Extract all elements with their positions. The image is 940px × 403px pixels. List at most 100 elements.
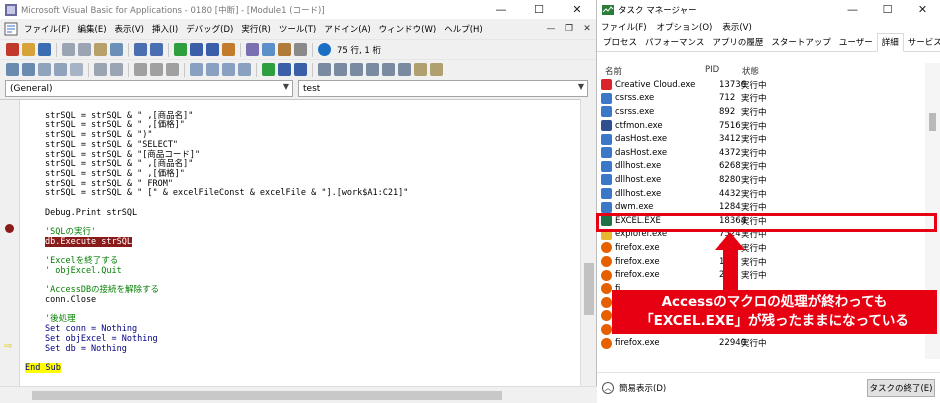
outdent-icon[interactable]	[110, 63, 123, 76]
process-row[interactable]: dllhost.exe 4432 実行中	[597, 187, 925, 201]
complete-word-icon[interactable]	[70, 63, 83, 76]
copy-icon[interactable]	[78, 43, 91, 56]
toggle-breakpoint-icon[interactable]	[134, 63, 147, 76]
close-button[interactable]: ✕	[558, 0, 596, 19]
menu-tools[interactable]: ツール(T)	[275, 23, 320, 35]
process-row[interactable]: dasHost.exe 4372 実行中	[597, 146, 925, 160]
process-row[interactable]: ctfmon.exe 7516 実行中	[597, 119, 925, 133]
column-status[interactable]: 状態	[742, 65, 759, 77]
tab-details[interactable]: 詳細	[876, 33, 904, 52]
tm-close-button[interactable]: ✕	[905, 0, 940, 19]
scroll-thumb[interactable]	[929, 113, 936, 131]
process-row[interactable]: dllhost.exe 6268 実行中	[597, 160, 925, 174]
tab-app-history[interactable]: アプリの履歴	[708, 34, 767, 51]
menu-help[interactable]: ヘルプ(H)	[440, 23, 487, 35]
step-over-icon[interactable]	[334, 63, 347, 76]
break-icon[interactable]	[190, 43, 203, 56]
process-row[interactable]: csrss.exe 892 実行中	[597, 105, 925, 119]
scroll-thumb[interactable]	[584, 263, 594, 315]
menu-edit[interactable]: 編集(E)	[74, 23, 111, 35]
scroll-thumb[interactable]	[32, 391, 502, 400]
insert-module-icon[interactable]	[22, 43, 35, 56]
previous-bookmark-icon[interactable]	[222, 63, 235, 76]
list-constants-icon[interactable]	[22, 63, 35, 76]
watch-window-icon[interactable]	[398, 63, 411, 76]
menu-file[interactable]: ファイル(F)	[20, 23, 74, 35]
mdi-minimize-button[interactable]: —	[542, 24, 560, 34]
run-icon[interactable]	[174, 43, 187, 56]
tm-maximize-button[interactable]: ☐	[870, 0, 905, 19]
code-window[interactable]: ⇨ strSQL = strSQL & " ,[商品名]" strSQL = s…	[0, 99, 580, 387]
tab-startup[interactable]: スタートアップ	[767, 34, 835, 51]
comment-block-icon[interactable]	[150, 63, 163, 76]
menu-run[interactable]: 実行(R)	[237, 23, 275, 35]
column-pid[interactable]: PID	[705, 65, 719, 75]
reset-icon[interactable]	[206, 43, 219, 56]
menu-insert[interactable]: 挿入(I)	[148, 23, 182, 35]
code-text[interactable]: strSQL = strSQL & " ,[商品名]" strSQL = str…	[25, 102, 408, 374]
process-row[interactable]: dllhost.exe 8280 実行中	[597, 173, 925, 187]
menu-window[interactable]: ウィンドウ(W)	[375, 23, 441, 35]
end-task-button[interactable]: タスクの終了(E)	[867, 379, 935, 397]
list-properties-icon[interactable]	[6, 63, 19, 76]
process-row[interactable]: Creative Cloud.exe 13736 実行中	[597, 78, 925, 92]
process-row[interactable]: csrss.exe 712 実行中	[597, 92, 925, 106]
code-vertical-scrollbar[interactable]	[580, 99, 596, 386]
column-name[interactable]: 名前	[605, 65, 622, 77]
code-horizontal-scrollbar[interactable]	[0, 386, 597, 403]
minimize-button[interactable]: —	[482, 0, 520, 19]
uncomment-block-icon[interactable]	[166, 63, 179, 76]
procedure-combo[interactable]: test ▼	[298, 80, 588, 97]
help-icon[interactable]	[318, 43, 331, 56]
properties-icon[interactable]	[262, 43, 275, 56]
process-row[interactable]: firefox.exe 22940 実行中	[597, 336, 925, 350]
process-row[interactable]: firefox.exe141実行中	[597, 255, 925, 269]
object-browser-icon[interactable]	[278, 43, 291, 56]
redo-icon[interactable]	[150, 43, 163, 56]
tm-menu-file[interactable]: ファイル(F)	[601, 21, 647, 33]
menu-debug[interactable]: デバッグ(D)	[182, 23, 237, 35]
debug-break-icon[interactable]	[278, 63, 291, 76]
menu-view[interactable]: 表示(V)	[111, 23, 148, 35]
toolbox-icon[interactable]	[294, 43, 307, 56]
find-icon[interactable]	[110, 43, 123, 56]
tm-menu-view[interactable]: 表示(V)	[722, 21, 751, 33]
save-icon[interactable]	[38, 43, 51, 56]
tab-users[interactable]: ユーザー	[835, 34, 877, 51]
next-bookmark-icon[interactable]	[206, 63, 219, 76]
debug-reset-icon[interactable]	[294, 63, 307, 76]
process-row[interactable]: dasHost.exe 3412 実行中	[597, 132, 925, 146]
immediate-window-icon[interactable]	[382, 63, 395, 76]
tab-performance[interactable]: パフォーマンス	[641, 34, 708, 51]
object-combo[interactable]: (General) ▼	[5, 80, 293, 97]
tm-menu-options[interactable]: オプション(O)	[657, 21, 713, 33]
menu-addins[interactable]: アドイン(A)	[320, 23, 374, 35]
undo-icon[interactable]	[134, 43, 147, 56]
debug-run-icon[interactable]	[262, 63, 275, 76]
step-into-icon[interactable]	[318, 63, 331, 76]
quick-watch-icon[interactable]	[414, 63, 427, 76]
parameter-info-icon[interactable]	[54, 63, 67, 76]
toggle-bookmark-icon[interactable]	[190, 63, 203, 76]
project-explorer-icon[interactable]	[246, 43, 259, 56]
maximize-button[interactable]: ☐	[520, 0, 558, 19]
process-row[interactable]: firefox.exe275実行中	[597, 268, 925, 282]
step-out-icon[interactable]	[350, 63, 363, 76]
design-mode-icon[interactable]	[222, 43, 235, 56]
process-row[interactable]: dwm.exe 1284 実行中	[597, 200, 925, 214]
locals-window-icon[interactable]	[366, 63, 379, 76]
call-stack-icon[interactable]	[430, 63, 443, 76]
tm-minimize-button[interactable]: —	[835, 0, 870, 19]
tab-services[interactable]: サービス	[904, 34, 940, 51]
paste-icon[interactable]	[94, 43, 107, 56]
breakpoint-icon[interactable]	[5, 224, 14, 233]
indent-icon[interactable]	[94, 63, 107, 76]
margin-indicator-bar[interactable]: ⇨	[0, 100, 20, 387]
tab-processes[interactable]: プロセス	[599, 34, 641, 51]
clear-bookmarks-icon[interactable]	[238, 63, 251, 76]
view-excel-icon[interactable]	[6, 43, 19, 56]
cut-icon[interactable]	[62, 43, 75, 56]
fewer-details-button[interactable]: ︿ 簡易表示(D)	[602, 382, 666, 394]
process-row[interactable]: firefox.exe 2 実行中	[597, 241, 925, 255]
mdi-close-button[interactable]: ✕	[578, 24, 596, 34]
